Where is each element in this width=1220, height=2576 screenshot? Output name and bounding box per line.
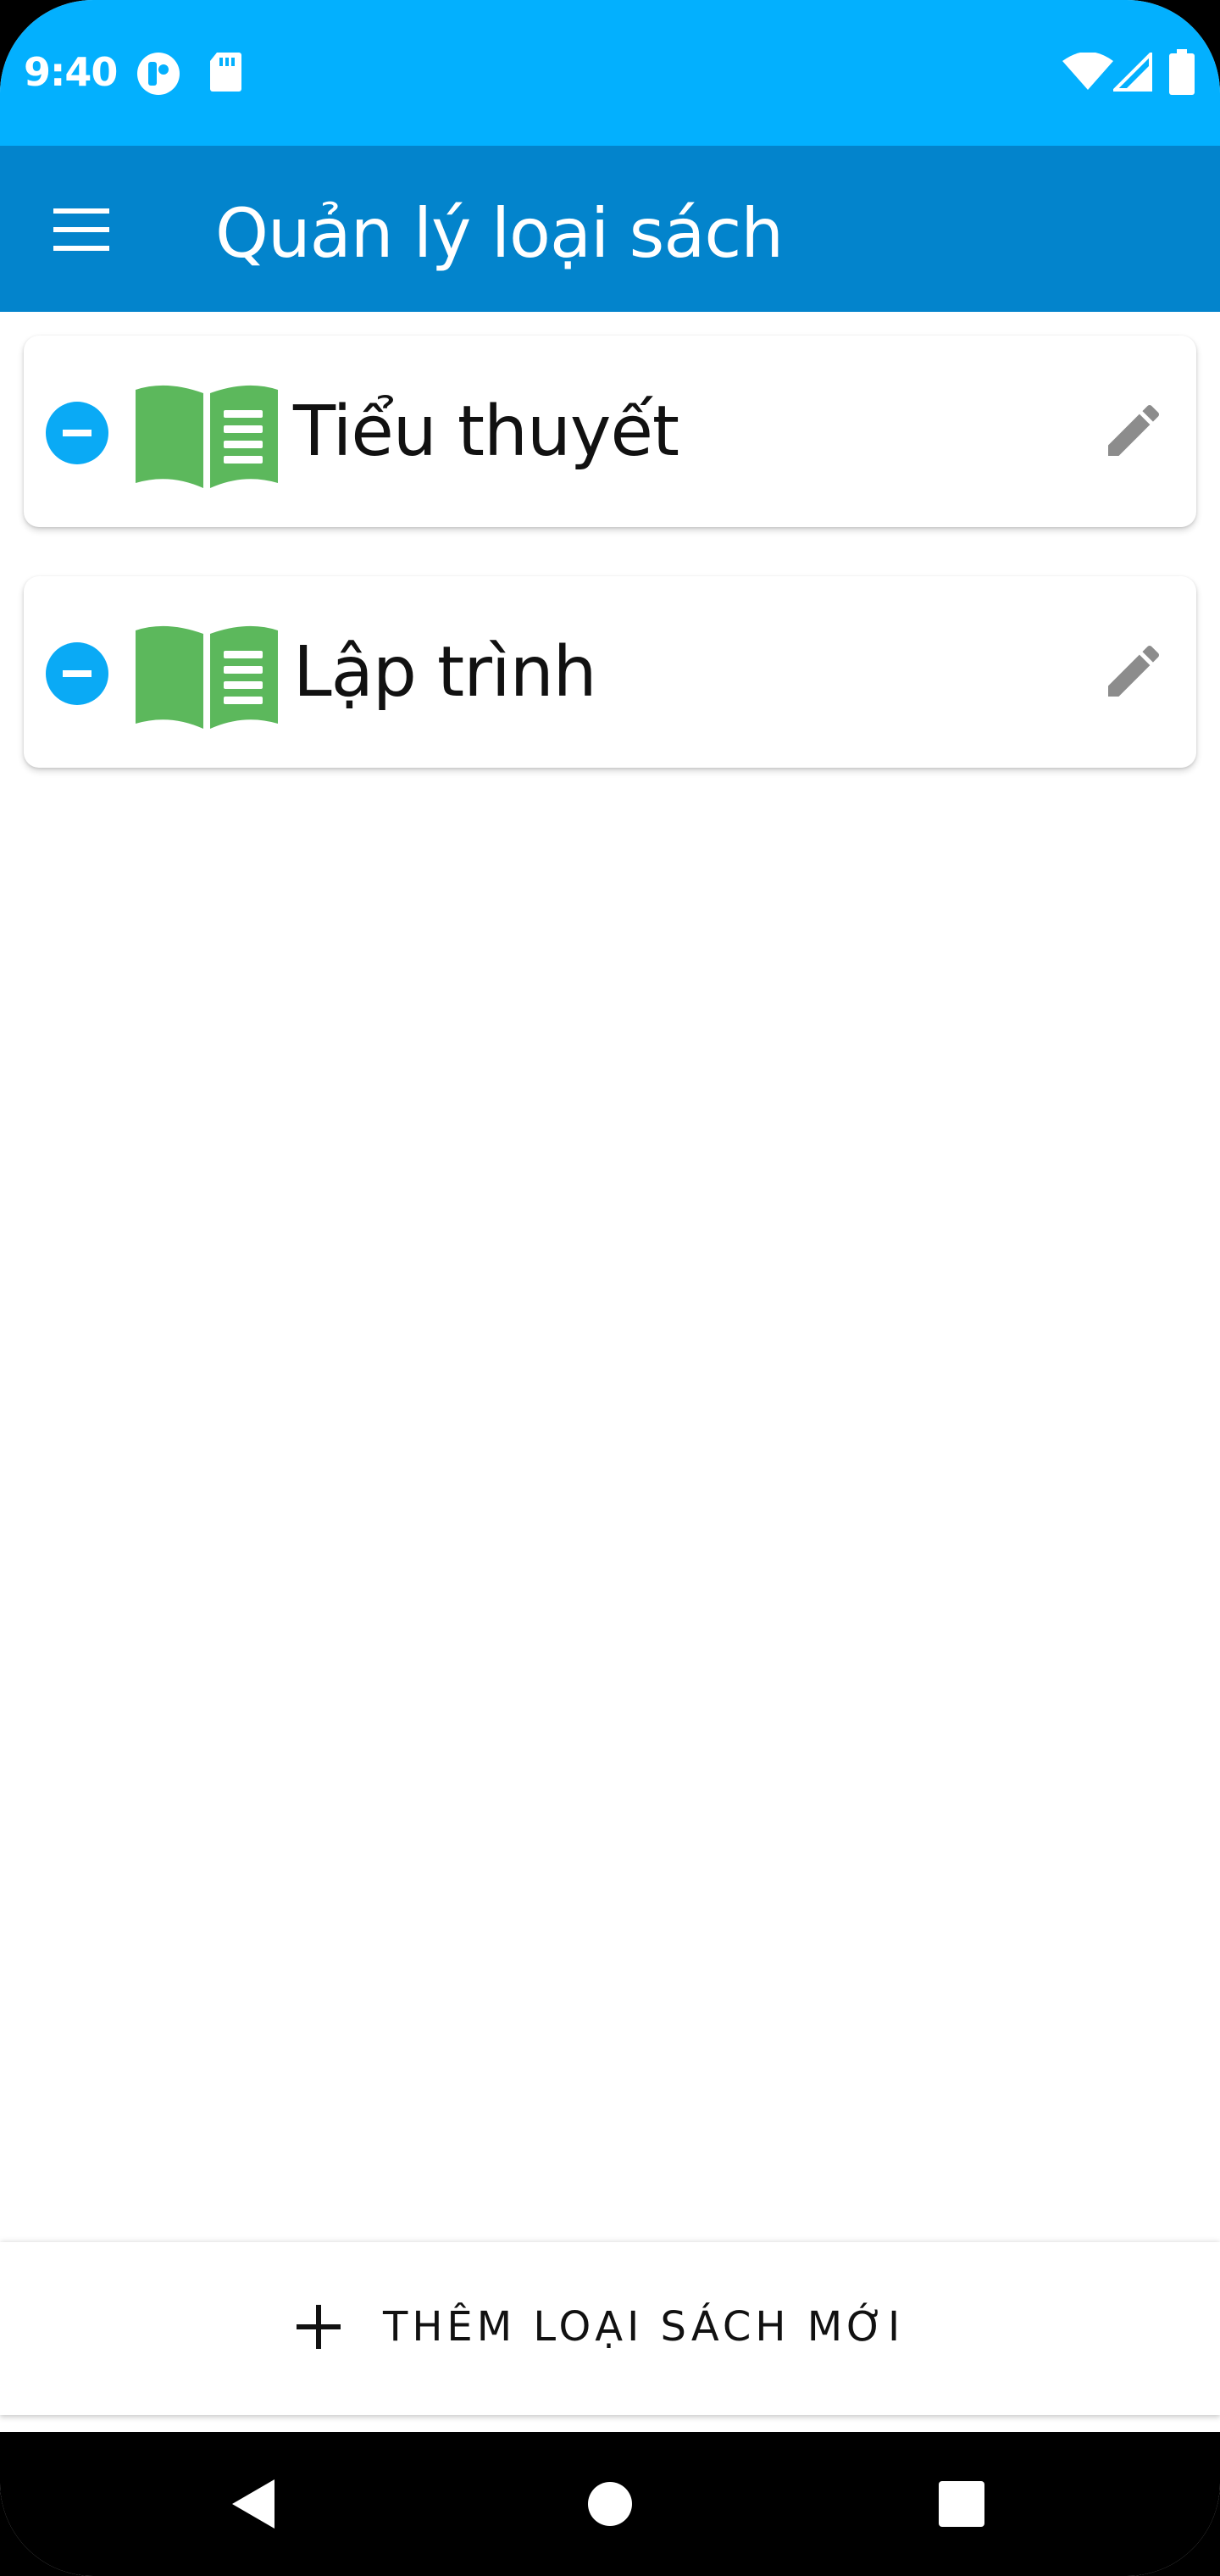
status-bar: 9:40	[0, 0, 1220, 146]
book-open-icon	[136, 385, 278, 488]
add-category-bar: THÊM LOẠI SÁCH MỚI	[0, 2242, 1220, 2415]
book-open-icon	[136, 625, 278, 729]
app-notification-icon	[137, 53, 180, 95]
back-icon	[232, 2479, 274, 2529]
category-item[interactable]: Tiểu thuyết	[24, 336, 1196, 527]
remove-icon[interactable]	[46, 642, 108, 705]
back-button[interactable]	[208, 2457, 301, 2551]
page-title: Quản lý loại sách	[215, 194, 784, 273]
battery-icon	[1169, 49, 1195, 95]
recents-icon	[939, 2481, 984, 2527]
add-category-button[interactable]: THÊM LOẠI SÁCH MỚI	[288, 2285, 932, 2369]
wifi-icon	[1062, 53, 1113, 90]
phone-screen: 9:40 Quản lý loại sách Tiểu thuyết Lập t…	[0, 0, 1220, 2576]
category-label: Lập trình	[293, 632, 597, 713]
menu-icon	[53, 208, 109, 251]
status-time: 9:40	[24, 49, 118, 95]
plus-icon	[297, 2305, 341, 2349]
app-bar: Quản lý loại sách	[0, 146, 1220, 312]
signal-icon	[1113, 53, 1152, 92]
category-label: Tiểu thuyết	[293, 391, 679, 472]
menu-button[interactable]	[30, 183, 132, 276]
category-item[interactable]: Lập trình	[24, 576, 1196, 768]
edit-icon[interactable]	[1100, 397, 1167, 464]
home-button[interactable]	[563, 2457, 657, 2551]
home-icon	[588, 2482, 632, 2526]
add-category-label: THÊM LOẠI SÁCH MỚI	[383, 2303, 905, 2351]
remove-icon[interactable]	[46, 402, 108, 464]
recents-button[interactable]	[915, 2457, 1008, 2551]
edit-icon[interactable]	[1100, 637, 1167, 705]
sd-card-icon	[210, 53, 241, 92]
system-nav-bar	[0, 2432, 1220, 2576]
